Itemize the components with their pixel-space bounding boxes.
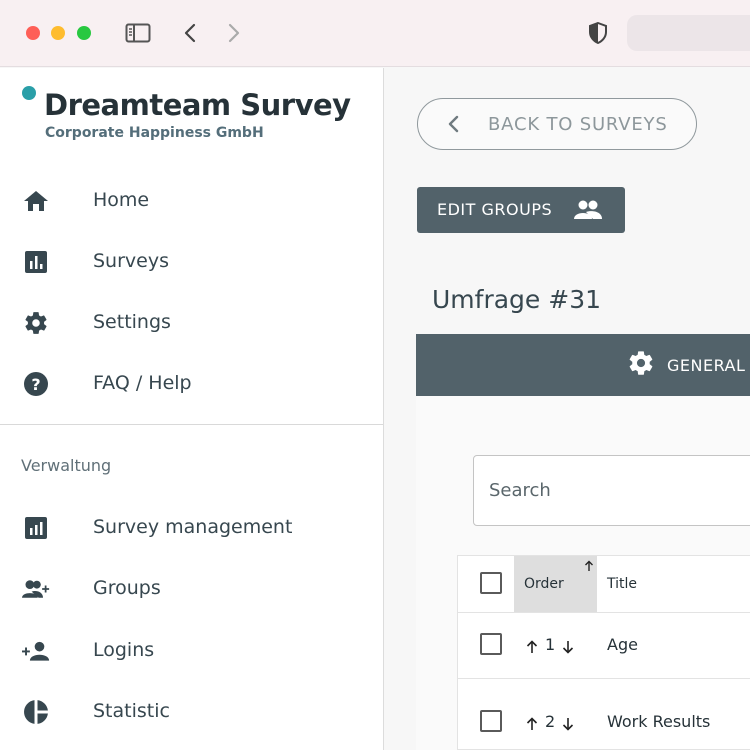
back-to-surveys-label: BACK TO SURVEYS [488,113,668,135]
help-icon: ? [22,370,50,398]
gear-icon [627,349,655,381]
sidebar-divider [0,424,383,425]
browser-back-icon[interactable] [175,18,205,48]
window-titlebar [0,0,750,67]
move-down-arrow-icon[interactable] [562,639,574,658]
sidebar-item-label: FAQ / Help [93,372,192,394]
sidebar-item-logins[interactable]: Logins [0,625,383,675]
table-header-row: Order Title [458,556,750,613]
row-title-value: Age [607,635,638,654]
sidebar-item-statistic[interactable]: Statistic [0,686,383,736]
sidebar-item-label: Survey management [93,516,293,538]
column-header-order-label: Order [524,576,564,592]
sidebar-item-label: Groups [93,577,161,599]
sidebar-toggle-icon[interactable] [123,18,153,48]
back-to-surveys-button[interactable]: BACK TO SURVEYS [417,98,697,150]
search-placeholder: Search [489,480,551,501]
tab-general[interactable]: GENERAL [627,350,745,380]
sidebar-item-faq-help[interactable]: ? FAQ / Help [0,358,383,408]
sidebar-item-label: Statistic [93,700,170,722]
group-icon [573,198,603,226]
sidebar-item-label: Logins [93,639,155,661]
brand-title: Dreamteam Survey [44,88,351,122]
close-window-button[interactable] [26,26,40,40]
move-down-arrow-icon[interactable] [562,716,574,735]
chevron-left-icon [446,114,460,138]
row-checkbox[interactable] [480,633,502,655]
sidebar-item-home[interactable]: Home [0,175,383,225]
column-header-title[interactable]: Title [607,576,637,592]
browser-forward-icon[interactable] [219,18,249,48]
address-bar[interactable] [627,15,750,51]
sidebar-item-groups[interactable]: Groups [0,563,383,613]
move-up-arrow-icon[interactable] [526,639,538,658]
brand-logo-dot [22,86,36,100]
row-title-value: Work Results [607,712,711,731]
sidebar-item-survey-management[interactable]: Survey management [0,502,383,552]
bar-chart-icon [22,248,50,276]
table-row[interactable]: 2 Work Results [458,679,750,750]
sort-arrow-up-icon [584,557,594,576]
pie-chart-icon [22,698,50,726]
home-icon [22,187,50,215]
tab-general-label: GENERAL [667,355,746,375]
sidebar-section-label: Verwaltung [21,456,112,475]
row-order-value: 2 [545,712,556,731]
edit-groups-button[interactable]: EDIT GROUPS [417,187,625,233]
maximize-window-button[interactable] [77,26,91,40]
svg-text:?: ? [31,375,40,394]
row-order-value: 1 [545,635,556,654]
sidebar-item-label: Settings [93,311,171,333]
column-header-order[interactable]: Order [514,556,597,612]
edit-groups-label: EDIT GROUPS [437,200,553,219]
sidebar-item-surveys[interactable]: Surveys [0,236,383,286]
questions-table: Order Title 1 Age 2 Work Results [457,555,750,750]
sidebar-item-settings[interactable]: Settings [0,297,383,347]
move-up-arrow-icon[interactable] [526,716,538,735]
search-input[interactable]: Search [473,455,750,526]
brand-subtitle: Corporate Happiness GmbH [45,125,264,141]
gear-icon [22,309,50,337]
table-row[interactable]: 1 Age [458,613,750,679]
person-add-icon [22,637,50,665]
select-all-checkbox[interactable] [480,572,502,594]
sidebar-item-label: Surveys [93,250,169,272]
group-add-icon [22,575,50,603]
page-title: Umfrage #31 [432,285,602,314]
minimize-window-button[interactable] [51,26,65,40]
shield-icon[interactable] [583,18,613,48]
row-checkbox[interactable] [480,710,502,732]
sidebar-item-label: Home [93,189,150,211]
chart-box-icon [22,514,50,542]
